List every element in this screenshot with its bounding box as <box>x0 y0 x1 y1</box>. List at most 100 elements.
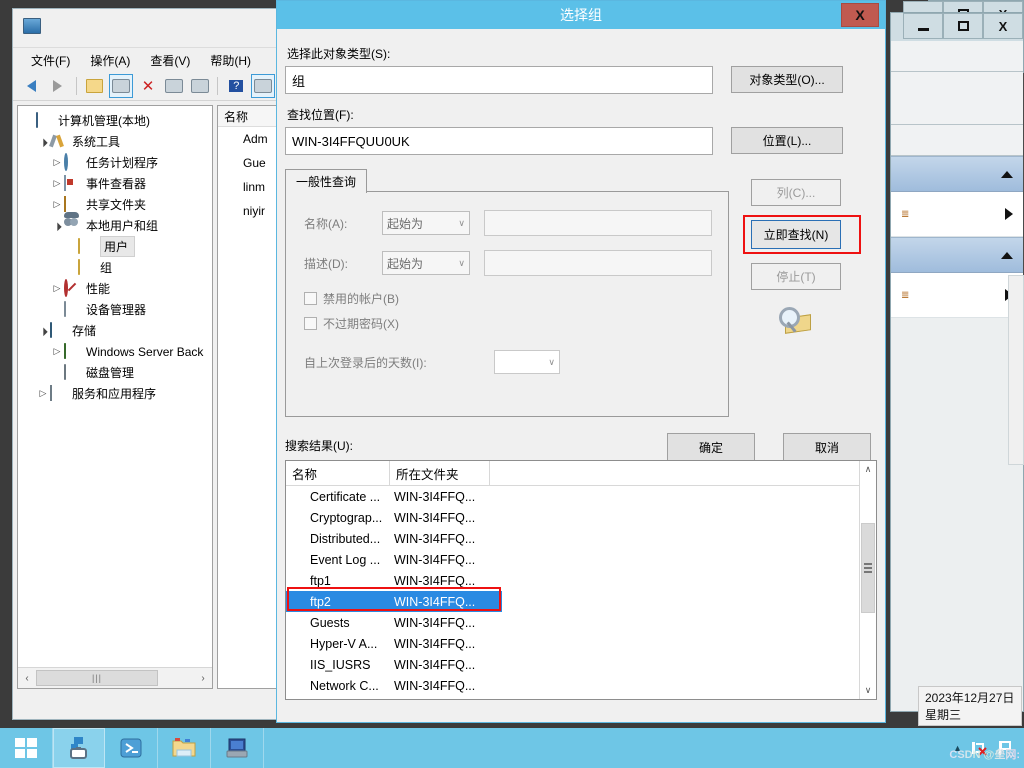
object-type-field[interactable]: 组 <box>285 66 713 94</box>
disabled-accounts-checkbox[interactable] <box>304 292 317 305</box>
help-question-icon[interactable]: ? <box>225 75 247 97</box>
menu-action[interactable]: 操作(A) <box>80 49 140 72</box>
action-pane-icon[interactable] <box>251 74 275 98</box>
disabled-accounts-row[interactable]: 禁用的帐户(B) <box>304 290 712 307</box>
delete-x-icon[interactable]: ✕ <box>137 75 159 97</box>
list-item[interactable]: linm <box>218 175 278 199</box>
properties-icon[interactable] <box>163 75 185 97</box>
list-item[interactable]: niyir <box>218 199 278 223</box>
tree-item[interactable]: Windows Server Back <box>22 341 212 362</box>
table-row[interactable]: Cryptograp... WIN-3I4FFQ... <box>286 507 876 528</box>
object-types-button[interactable]: 对象类型(O)... <box>731 66 843 93</box>
console-tree[interactable]: 计算机管理(本地) 系统工具任务计划程序事件查看器共享文件夹本地用户和组用户组性能… <box>17 105 213 689</box>
non-expiring-password-checkbox[interactable] <box>304 317 317 330</box>
expand-arrow-icon[interactable] <box>50 283 64 294</box>
close-icon[interactable]: X <box>841 3 879 27</box>
search-results-list[interactable]: 名称 所在文件夹 Certificate ... WIN-3I4FFQ... Cry… <box>285 460 877 700</box>
bg-section-header[interactable] <box>891 156 1023 192</box>
tree-item[interactable]: 磁盘管理 <box>22 362 212 383</box>
tree-item[interactable]: 任务计划程序 <box>22 152 212 173</box>
tree-horizontal-scrollbar[interactable]: ‹ ||| › <box>18 667 212 688</box>
columns-button[interactable]: 列(C)... <box>751 179 841 206</box>
table-row[interactable]: Guests WIN-3I4FFQ... <box>286 612 876 633</box>
expand-arrow-icon[interactable] <box>50 178 64 189</box>
expand-arrow-icon[interactable] <box>36 388 50 399</box>
tree-item[interactable]: 服务和应用程序 <box>22 383 212 404</box>
tree-item[interactable]: 组 <box>22 257 212 278</box>
tree-item[interactable]: 共享文件夹 <box>22 194 212 215</box>
scroll-thumb[interactable] <box>861 523 875 613</box>
powershell-task[interactable] <box>105 728 158 768</box>
column-header-blank[interactable] <box>490 461 876 485</box>
menu-help[interactable]: 帮助(H) <box>200 49 261 72</box>
computer-management-task[interactable] <box>211 728 264 768</box>
find-now-button[interactable]: 立即查找(N) <box>751 220 841 249</box>
scroll-thumb[interactable]: ||| <box>36 670 158 686</box>
start-button[interactable] <box>0 728 53 768</box>
collapse-arrow-icon[interactable] <box>36 137 50 147</box>
table-row[interactable]: Network C... WIN-3I4FFQ... <box>286 675 876 696</box>
description-operator-select[interactable]: 起始为 ∨ <box>382 251 470 275</box>
menu-view[interactable]: 查看(V) <box>140 49 200 72</box>
file-explorer-task[interactable] <box>158 728 211 768</box>
menu-file[interactable]: 文件(F) <box>21 49 80 72</box>
list-item[interactable]: Gue <box>218 151 278 175</box>
background-window-server-manager[interactable]: X ≣ ≣ <box>890 12 1024 712</box>
tree-item[interactable]: 系统工具 <box>22 131 212 152</box>
select-group-dialog[interactable]: 选择组 X 选择此对象类型(S): 组 对象类型(O)... 查找位置(F): … <box>276 0 886 723</box>
expand-arrow-icon[interactable] <box>50 346 64 357</box>
expand-arrow-icon[interactable] <box>50 199 64 210</box>
background-scrollbar[interactable] <box>1008 275 1024 465</box>
tree-item[interactable]: 性能 <box>22 278 212 299</box>
description-input[interactable] <box>484 250 712 276</box>
scroll-down-icon[interactable]: ∨ <box>860 682 876 699</box>
server-manager-task[interactable] <box>53 728 105 768</box>
column-header-name[interactable]: 名称 <box>286 461 390 485</box>
tree-item[interactable]: 本地用户和组 <box>22 211 212 236</box>
show-tree-icon[interactable] <box>109 74 134 98</box>
table-row[interactable]: Distributed... WIN-3I4FFQ... <box>286 528 876 549</box>
export-list-icon[interactable] <box>189 75 211 97</box>
name-operator-select[interactable]: 起始为 ∨ <box>382 211 470 235</box>
expand-arrow-icon[interactable] <box>50 157 64 168</box>
non-expiring-password-row[interactable]: 不过期密码(X) <box>304 315 712 332</box>
ok-button[interactable]: 确定 <box>667 433 755 461</box>
scroll-up-icon[interactable]: ∧ <box>860 461 876 478</box>
tree-item[interactable]: 事件查看器 <box>22 173 212 194</box>
name-input[interactable] <box>484 210 712 236</box>
tree-item[interactable]: 存储 <box>22 320 212 341</box>
back-arrow-icon[interactable] <box>21 75 43 97</box>
results-vertical-scrollbar[interactable]: ∧ ∨ <box>859 461 876 699</box>
computer-management-window[interactable]: 文件(F) 操作(A) 查看(V) 帮助(H) ✕ ? 计算机管理(本地) 系统工… <box>12 8 284 720</box>
tab-common-queries[interactable]: 一般性查询 <box>285 169 368 193</box>
list-item[interactable]: Adm <box>218 127 278 151</box>
table-row[interactable]: Hyper-V A... WIN-3I4FFQ... <box>286 633 876 654</box>
details-list-header[interactable]: 名称 <box>218 106 278 127</box>
stop-button[interactable]: 停止(T) <box>751 263 841 290</box>
bg-section-row[interactable]: ≣ <box>891 273 1023 318</box>
bg-section-header[interactable] <box>891 237 1023 273</box>
details-list[interactable]: 名称 Adm Gue linm niyir <box>217 105 279 689</box>
expand-icon[interactable] <box>1005 208 1013 220</box>
forward-arrow-icon[interactable] <box>47 75 69 97</box>
column-header-folder[interactable]: 所在文件夹 <box>390 461 490 485</box>
table-row[interactable]: Certificate ... WIN-3I4FFQ... <box>286 486 876 507</box>
up-folder-icon[interactable] <box>84 75 106 97</box>
locations-button[interactable]: 位置(L)... <box>731 127 843 154</box>
tree-item[interactable]: 计算机管理(本地) <box>22 110 212 131</box>
tree-item[interactable]: 设备管理器 <box>22 299 212 320</box>
cancel-button[interactable]: 取消 <box>783 433 871 461</box>
table-row[interactable]: IIS_IUSRS WIN-3I4FFQ... <box>286 654 876 675</box>
days-since-logon-select[interactable]: ∨ <box>494 350 560 374</box>
collapse-arrow-icon[interactable] <box>36 326 50 336</box>
collapse-icon[interactable] <box>1001 170 1013 178</box>
table-row[interactable]: ftp1 WIN-3I4FFQ... <box>286 570 876 591</box>
maximize-button[interactable] <box>943 13 983 39</box>
close-button[interactable]: X <box>983 13 1023 39</box>
table-row[interactable]: ftp2 WIN-3I4FFQ... <box>286 591 502 612</box>
scroll-right-icon[interactable]: › <box>194 669 212 687</box>
table-row[interactable]: Event Log ... WIN-3I4FFQ... <box>286 549 876 570</box>
collapse-icon[interactable] <box>1001 251 1013 259</box>
tree-item[interactable]: 用户 <box>22 236 212 257</box>
location-field[interactable]: WIN-3I4FFQUU0UK <box>285 127 713 155</box>
